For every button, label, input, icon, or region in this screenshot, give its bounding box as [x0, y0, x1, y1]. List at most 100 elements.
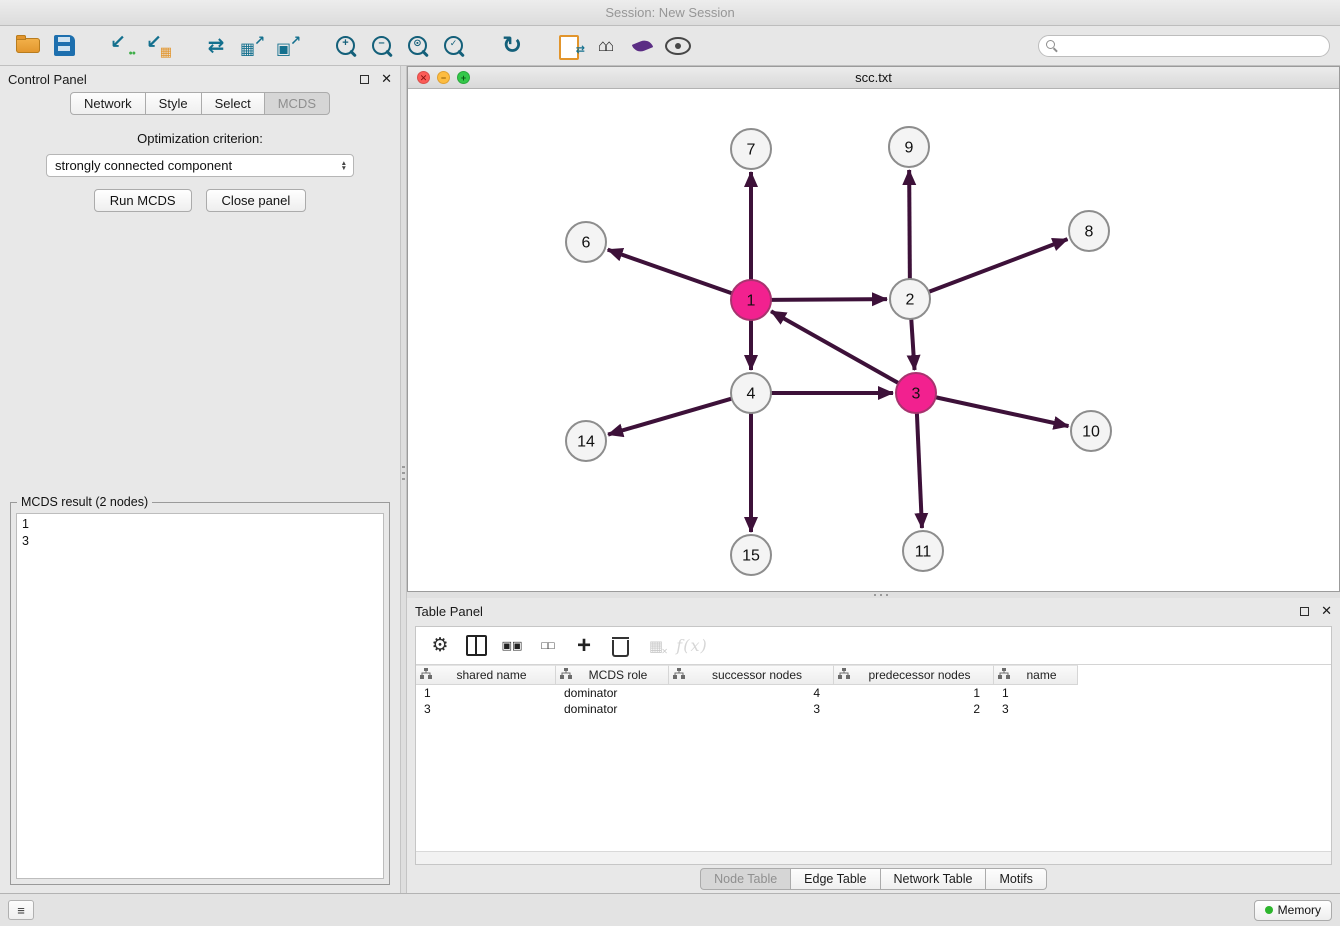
select-all-icon[interactable]: [496, 631, 528, 661]
table-cell: dominator: [556, 685, 669, 701]
column-header-label: name: [1010, 668, 1073, 682]
column-header-label: predecessor nodes: [850, 668, 989, 682]
minimize-window-icon[interactable]: −: [437, 71, 450, 84]
column-header-label: successor nodes: [685, 668, 829, 682]
tab-motifs[interactable]: Motifs: [985, 868, 1046, 890]
table-row[interactable]: 1dominator411: [416, 685, 1331, 701]
search-icon: [1046, 40, 1058, 52]
column-header-successor-nodes[interactable]: successor nodes: [669, 665, 834, 685]
result-line: 1: [22, 516, 378, 533]
delete-column-icon[interactable]: [604, 631, 636, 661]
tab-select[interactable]: Select: [201, 92, 265, 115]
function-builder-icon: [676, 631, 708, 661]
control-panel-header: Control Panel ✕: [0, 66, 400, 92]
tab-style[interactable]: Style: [145, 92, 202, 115]
toolbar-group: [104, 30, 176, 62]
memory-button[interactable]: Memory: [1254, 900, 1332, 921]
zoom-out-icon[interactable]: [364, 30, 400, 62]
save-session-icon[interactable]: [46, 30, 82, 62]
column-header-label: MCDS role: [572, 668, 664, 682]
horizontal-splitter[interactable]: [407, 592, 1340, 598]
open-session-icon[interactable]: [10, 30, 46, 62]
tab-edge-table[interactable]: Edge Table: [790, 868, 880, 890]
graph-edge-2-3[interactable]: [911, 319, 914, 370]
run-mcds-button[interactable]: Run MCDS: [94, 189, 192, 212]
chevron-updown-icon: ▲▼: [341, 161, 349, 171]
toolbar-group: [198, 30, 306, 62]
column-type-icon: [560, 668, 572, 682]
table-cell: dominator: [556, 701, 669, 717]
table-row[interactable]: 3dominator323: [416, 701, 1331, 717]
column-header-predecessor-nodes[interactable]: predecessor nodes: [834, 665, 994, 685]
tab-mcds[interactable]: MCDS: [264, 92, 330, 115]
node-table-content: shared name MCDS role successor nodes prede…: [415, 626, 1332, 865]
zoom-in-icon[interactable]: [328, 30, 364, 62]
splitter-grip-icon: [874, 594, 892, 596]
paste-style-icon[interactable]: [552, 30, 588, 62]
export-table-icon[interactable]: [234, 30, 270, 62]
float-panel-icon[interactable]: [360, 75, 369, 84]
vertical-splitter[interactable]: [400, 66, 407, 893]
graph-node-label: 2: [906, 292, 915, 309]
new-network-icon[interactable]: [198, 30, 234, 62]
float-panel-icon[interactable]: [1300, 607, 1309, 616]
column-settings-icon[interactable]: [424, 631, 456, 661]
search-input[interactable]: [1038, 35, 1330, 57]
mcds-result-list[interactable]: 13: [16, 513, 384, 879]
toolbar-group: [328, 30, 472, 62]
refresh-network-icon[interactable]: [494, 30, 530, 62]
column-type-icon: [998, 668, 1010, 682]
table-cell: 3: [416, 701, 556, 717]
graph-edge-1-2[interactable]: [771, 299, 887, 300]
maximize-window-icon[interactable]: +: [457, 71, 470, 84]
table-cell: 1: [834, 685, 994, 701]
deselect-all-icon[interactable]: [532, 631, 564, 661]
horizontal-scrollbar[interactable]: [416, 851, 1331, 864]
zoom-fit-icon[interactable]: [400, 30, 436, 62]
show-columns-icon[interactable]: [460, 631, 492, 661]
graph-edge-2-8[interactable]: [929, 239, 1068, 292]
tab-node-table[interactable]: Node Table: [700, 868, 791, 890]
graph-node-label: 10: [1082, 424, 1100, 441]
graph-edge-4-14[interactable]: [608, 399, 732, 435]
close-panel-button[interactable]: Close panel: [206, 189, 307, 212]
add-column-icon[interactable]: [568, 631, 600, 661]
apply-style-icon[interactable]: [624, 30, 660, 62]
first-neighbors-icon[interactable]: [588, 30, 624, 62]
close-panel-icon[interactable]: ✕: [1321, 603, 1332, 619]
mcds-result-group: MCDS result (2 nodes) 13: [10, 502, 390, 885]
column-header-shared-name[interactable]: shared name: [416, 665, 556, 685]
graph-node-label: 4: [747, 386, 756, 403]
traffic-lights: ✕ − +: [408, 71, 470, 84]
optimization-label: Optimization criterion:: [137, 131, 263, 146]
zoom-selected-icon[interactable]: [436, 30, 472, 62]
graph-edge-2-9[interactable]: [909, 170, 910, 279]
tab-network-table[interactable]: Network Table: [880, 868, 987, 890]
graph-edge-3-1[interactable]: [771, 311, 899, 383]
import-network-icon[interactable]: [104, 30, 140, 62]
control-panel: Control Panel ✕ NetworkStyleSelectMCDS O…: [0, 66, 400, 893]
graph-edge-1-6[interactable]: [608, 250, 732, 294]
export-image-icon[interactable]: [270, 30, 306, 62]
network-graph[interactable]: 7968124314101511: [408, 89, 1339, 591]
table-tabs: Node TableEdge TableNetwork TableMotifs: [407, 865, 1340, 893]
tab-network[interactable]: Network: [70, 92, 146, 115]
control-panel-title: Control Panel: [8, 72, 87, 87]
graph-node-label: 11: [915, 544, 932, 561]
panel-list-icon[interactable]: ≡: [8, 900, 34, 920]
network-canvas[interactable]: 7968124314101511: [408, 89, 1339, 591]
graph-edge-3-10[interactable]: [936, 397, 1069, 426]
optimization-dropdown[interactable]: strongly connected component ▲▼: [46, 154, 354, 177]
close-panel-icon[interactable]: ✕: [381, 71, 392, 87]
table-panel-title: Table Panel: [415, 604, 483, 619]
column-type-icon: [673, 668, 685, 682]
memory-status-icon: [1265, 906, 1273, 914]
close-window-icon[interactable]: ✕: [417, 71, 430, 84]
import-table-icon[interactable]: [140, 30, 176, 62]
graph-edge-3-11[interactable]: [917, 413, 922, 528]
column-header-MCDS-role[interactable]: MCDS role: [556, 665, 669, 685]
column-header-name[interactable]: name: [994, 665, 1078, 685]
table-cell: 3: [994, 701, 1078, 717]
dropdown-value: strongly connected component: [55, 158, 232, 173]
show-hide-icon[interactable]: [660, 30, 696, 62]
